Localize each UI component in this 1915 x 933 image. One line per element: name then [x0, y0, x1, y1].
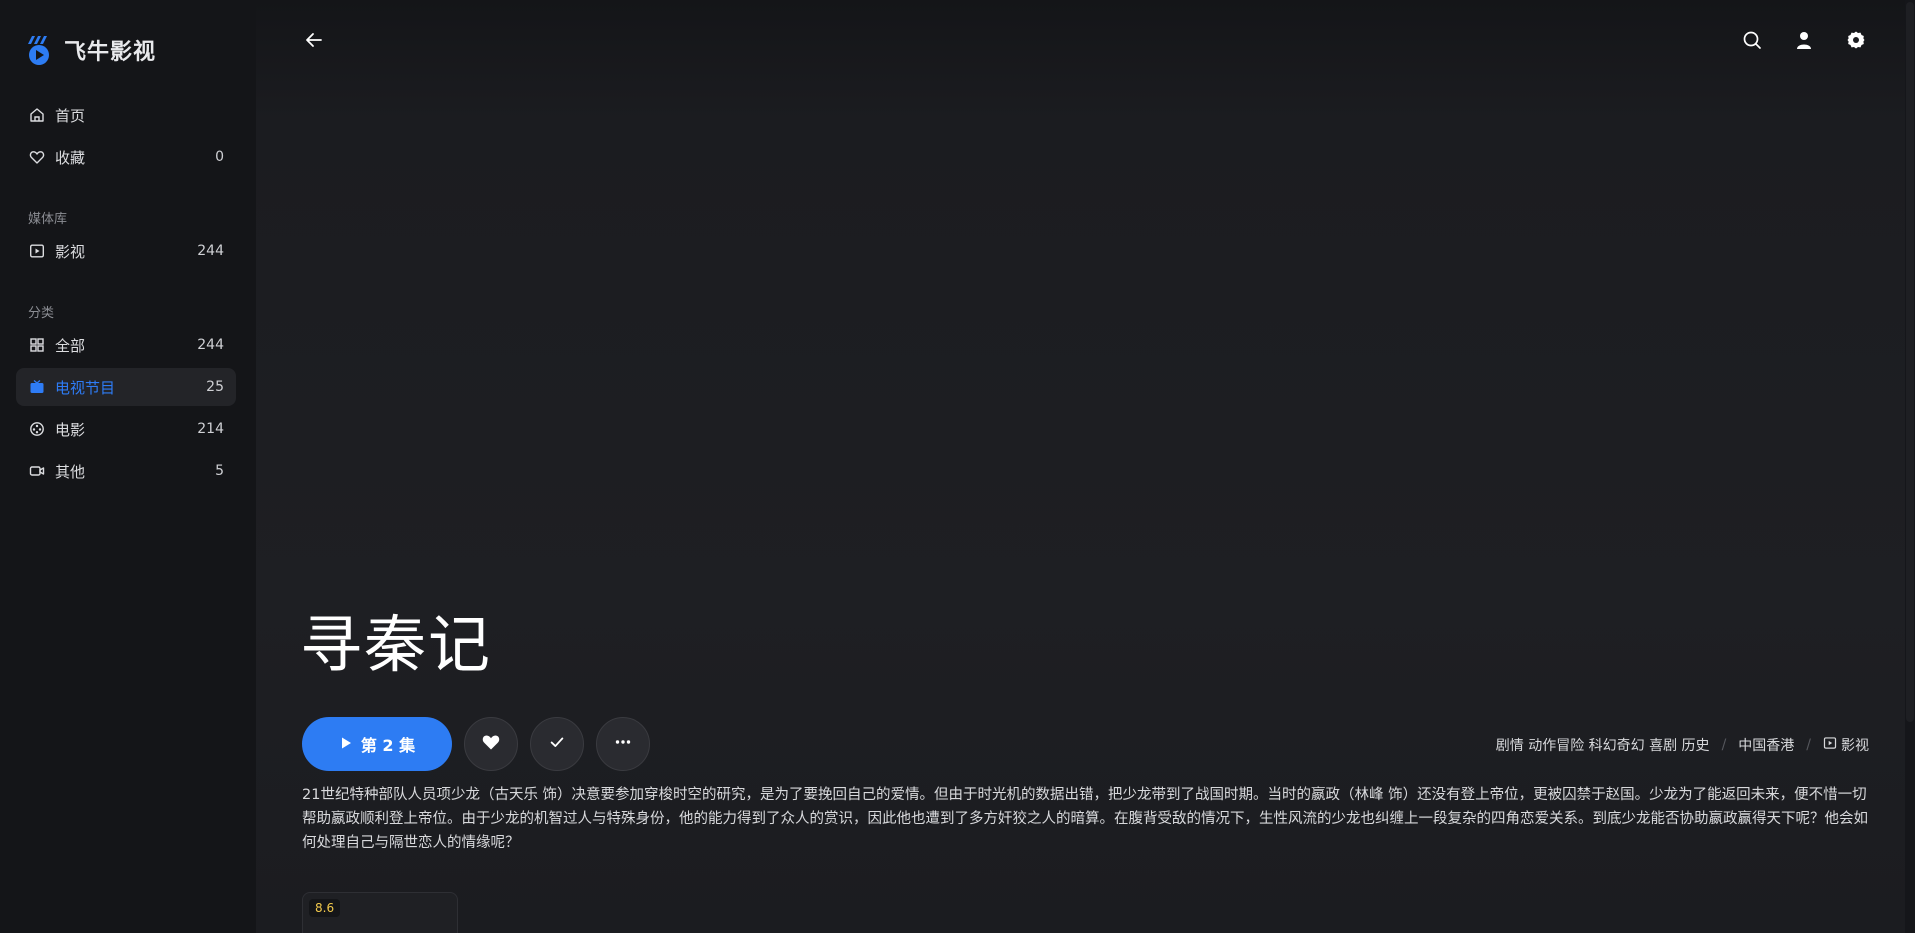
- video-library-icon: [1823, 736, 1837, 754]
- sidebar-item-count: 0: [215, 149, 224, 165]
- meta-divider: /: [1806, 737, 1811, 753]
- sidebar-item-all[interactable]: 全部 244: [16, 326, 236, 364]
- sidebar-item-movies-library[interactable]: 影视 244: [16, 232, 236, 270]
- meta-info: 剧情 动作冒险 科幻奇幻 喜剧 历史 / 中国香港 / 影视: [1496, 735, 1869, 755]
- scrollbar[interactable]: [1905, 0, 1915, 933]
- sidebar-item-count: 244: [197, 243, 224, 259]
- tv-icon: [28, 378, 46, 396]
- header-actions: [1741, 28, 1867, 56]
- app-logo[interactable]: 飞牛影视: [22, 32, 156, 68]
- user-icon: [1794, 30, 1814, 54]
- app-root: 飞牛影视 首页 收藏 0 媒体库 影视 244 分类 全部 244 电视节目 2…: [0, 0, 1915, 933]
- logo-icon: [22, 32, 58, 68]
- play-icon: [339, 735, 353, 754]
- grid-icon: [28, 336, 46, 354]
- detail-page: 寻秦记 第 2 集 剧情 动作冒险 科幻奇幻 喜剧 历史 / 中国香港 / 影视…: [256, 0, 1915, 933]
- sidebar-item-label: 首页: [55, 106, 86, 125]
- sidebar-item-count: 25: [206, 379, 224, 395]
- rating-badge: 8.6: [309, 899, 341, 917]
- sidebar-item-count: 244: [197, 337, 224, 353]
- scrollbar-thumb[interactable]: [1906, 2, 1914, 722]
- sidebar-item-count: 214: [197, 421, 224, 437]
- sidebar-item-label: 全部: [55, 336, 86, 355]
- season-card[interactable]: 8.6: [302, 892, 458, 933]
- settings-button[interactable]: [1845, 28, 1867, 56]
- more-button[interactable]: [596, 717, 650, 771]
- genres: 剧情 动作冒险 科幻奇幻 喜剧 历史: [1495, 738, 1710, 754]
- back-button[interactable]: [300, 28, 328, 56]
- library-link[interactable]: 影视: [1823, 735, 1869, 755]
- heart-icon: [28, 148, 46, 166]
- video-library-icon: [28, 242, 46, 260]
- logo-text: 飞牛影视: [64, 40, 157, 65]
- mark-watched-button[interactable]: [530, 717, 584, 771]
- user-button[interactable]: [1793, 28, 1815, 56]
- sidebar-item-label: 收藏: [55, 148, 86, 167]
- sidebar-item-tv-shows[interactable]: 电视节目 25: [16, 368, 236, 406]
- heart-icon: [481, 732, 501, 756]
- action-bar: 第 2 集: [302, 717, 650, 771]
- sidebar-item-label: 电影: [55, 420, 86, 439]
- sidebar-item-movies[interactable]: 电影 214: [16, 410, 236, 448]
- region: 中国香港: [1738, 738, 1795, 754]
- camera-icon: [28, 462, 46, 480]
- sidebar: 飞牛影视 首页 收藏 0 媒体库 影视 244 分类 全部 244 电视节目 2…: [0, 0, 256, 933]
- sidebar-item-home[interactable]: 首页: [16, 96, 236, 134]
- home-icon: [28, 106, 46, 124]
- sidebar-item-other[interactable]: 其他 5: [16, 452, 236, 490]
- sidebar-item-label: 其他: [55, 462, 86, 481]
- section-label-library: 媒体库: [28, 212, 68, 227]
- library-name: 影视: [1841, 738, 1869, 754]
- page-title: 寻秦记: [300, 608, 493, 681]
- sidebar-item-label: 影视: [55, 242, 86, 261]
- meta-divider: /: [1721, 737, 1727, 753]
- play-button-label: 第 2 集: [360, 736, 416, 755]
- sidebar-item-count: 5: [215, 463, 224, 479]
- search-button[interactable]: [1741, 28, 1763, 56]
- arrow-left-icon: [304, 30, 324, 54]
- section-label-category: 分类: [28, 306, 55, 321]
- sidebar-item-label: 电视节目: [55, 378, 116, 397]
- more-icon: [613, 732, 633, 756]
- play-button[interactable]: 第 2 集: [302, 717, 452, 771]
- search-icon: [1742, 30, 1762, 54]
- favorite-button[interactable]: [464, 717, 518, 771]
- sidebar-item-favorites[interactable]: 收藏 0: [16, 138, 236, 176]
- check-icon: [548, 733, 566, 755]
- description: 21世纪特种部队人员项少龙（古天乐 饰）决意要参加穿梭时空的研究，是为了要挽回自…: [302, 787, 1868, 851]
- film-reel-icon: [28, 420, 46, 438]
- gear-icon: [1846, 30, 1866, 54]
